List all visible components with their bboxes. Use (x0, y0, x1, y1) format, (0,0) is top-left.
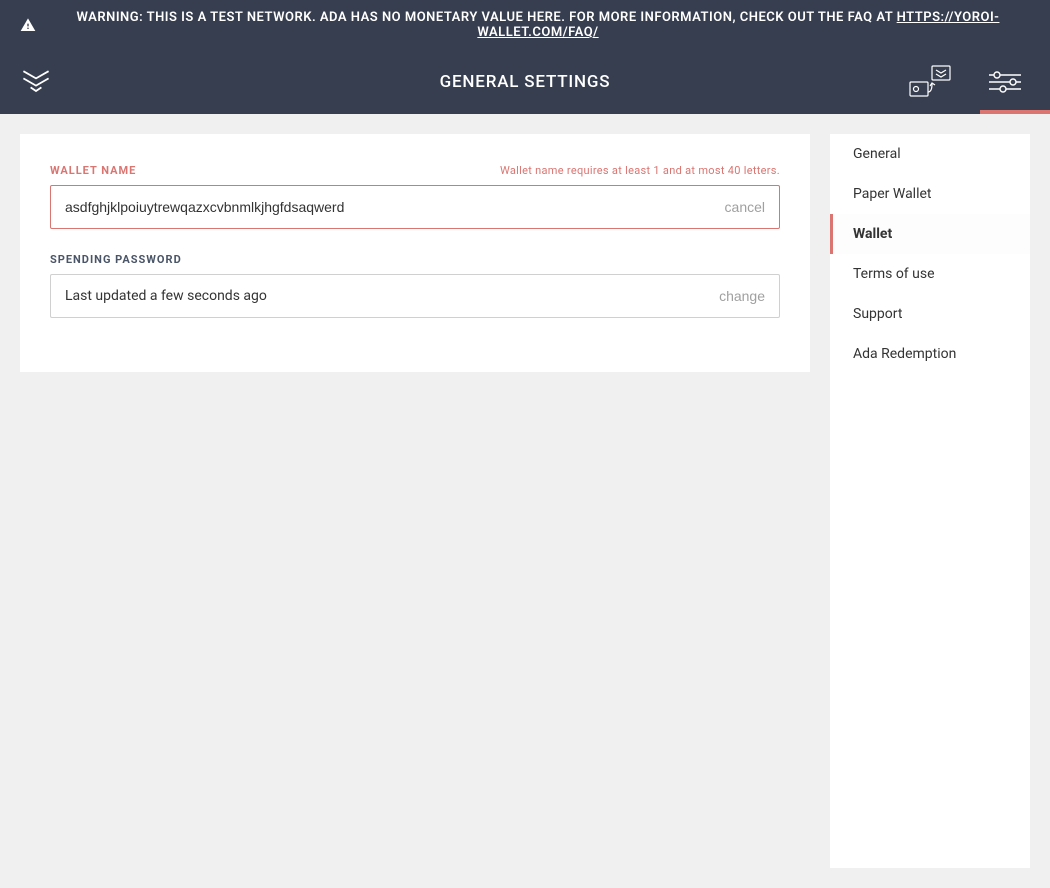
wallets-icon-button[interactable] (906, 50, 956, 114)
sidebar-item-wallet[interactable]: Wallet (830, 214, 1030, 254)
spending-password-group: SPENDING PASSWORD Last updated a few sec… (50, 253, 780, 318)
spending-password-status: Last updated a few seconds ago (65, 288, 709, 304)
page-title: GENERAL SETTINGS (440, 72, 611, 92)
spending-password-wrap: Last updated a few seconds ago change (50, 274, 780, 318)
sidebar-item-ada-redemption[interactable]: Ada Redemption (830, 334, 1030, 374)
settings-panel: WALLET NAME Wallet name requires at leas… (20, 134, 810, 372)
wallet-name-input[interactable] (65, 199, 715, 215)
warning-icon (20, 17, 36, 33)
app-logo-icon[interactable] (18, 64, 54, 100)
sidebar-item-terms-of-use[interactable]: Terms of use (830, 254, 1030, 294)
spending-password-label-row: SPENDING PASSWORD (50, 253, 780, 266)
wallet-name-label: WALLET NAME (50, 164, 136, 177)
app-header: GENERAL SETTINGS (0, 50, 1050, 114)
warning-text-prefix: WARNING: THIS IS A TEST NETWORK. ADA HAS… (77, 10, 897, 25)
settings-sidebar: General Paper Wallet Wallet Terms of use… (830, 134, 1030, 868)
warning-text: WARNING: THIS IS A TEST NETWORK. ADA HAS… (46, 10, 1030, 40)
wallet-name-input-wrap: cancel (50, 185, 780, 229)
wallet-name-group: WALLET NAME Wallet name requires at leas… (50, 164, 780, 229)
sidebar-item-paper-wallet[interactable]: Paper Wallet (830, 174, 1030, 214)
spending-password-label: SPENDING PASSWORD (50, 253, 182, 266)
header-right (906, 50, 1030, 114)
sidebar-item-general[interactable]: General (830, 134, 1030, 174)
wallet-name-label-row: WALLET NAME Wallet name requires at leas… (50, 164, 780, 177)
sidebar-item-support[interactable]: Support (830, 294, 1030, 334)
content-area: WALLET NAME Wallet name requires at leas… (0, 114, 1050, 888)
warning-banner: WARNING: THIS IS A TEST NETWORK. ADA HAS… (0, 0, 1050, 50)
settings-icon-button[interactable] (980, 50, 1030, 114)
wallet-name-cancel-button[interactable]: cancel (715, 199, 765, 215)
header-left (18, 64, 54, 100)
spending-password-change-button[interactable]: change (709, 288, 765, 304)
wallet-name-hint: Wallet name requires at least 1 and at m… (500, 164, 780, 177)
